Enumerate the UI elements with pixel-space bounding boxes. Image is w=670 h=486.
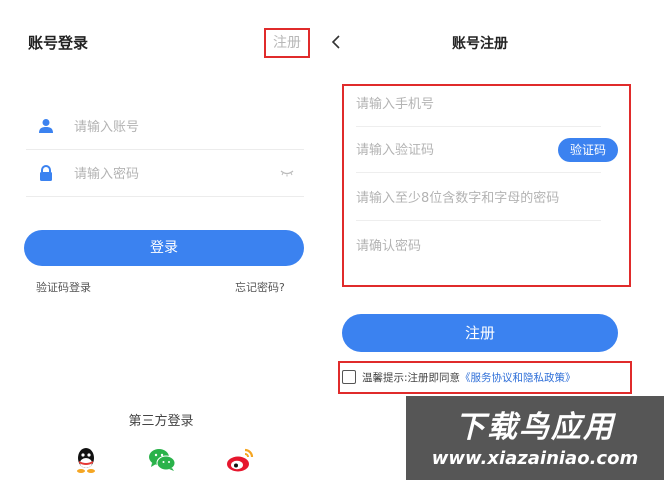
agreement-checkbox[interactable] <box>342 370 356 384</box>
confirm-password-input[interactable] <box>356 235 596 257</box>
agreement-prefix: 温馨提示:注册即同意 <box>362 372 461 384</box>
phone-field-row <box>356 81 601 127</box>
account-field-row <box>26 104 304 150</box>
code-login-link[interactable]: 验证码登录 <box>36 279 91 295</box>
password-field-row <box>26 151 304 197</box>
new-password-input[interactable] <box>356 187 596 209</box>
login-button[interactable]: 登录 <box>24 230 304 266</box>
watermark: 下载鸟应用 www.xiazainiao.com <box>406 396 664 480</box>
eye-closed-icon[interactable] <box>280 168 294 178</box>
password-input[interactable] <box>74 163 274 185</box>
account-input[interactable] <box>74 116 274 138</box>
lock-icon <box>40 165 52 181</box>
third-party-login-title: 第三方登录 <box>128 414 194 429</box>
wechat-icon[interactable] <box>148 446 176 474</box>
login-page-title: 账号登录 <box>28 34 89 52</box>
watermark-title: 下载鸟应用 <box>455 410 615 445</box>
get-code-button[interactable]: 验证码 <box>558 138 618 162</box>
user-icon <box>39 119 53 133</box>
register-page-title: 账号注册 <box>452 36 508 52</box>
verification-code-input[interactable] <box>356 139 546 161</box>
password-field-row <box>356 175 601 221</box>
watermark-url: www.xiazainiao.com <box>431 448 639 469</box>
forgot-password-link[interactable]: 忘记密码? <box>235 279 285 295</box>
agreement-link[interactable]: 《服务协议和隐私政策》 <box>460 372 576 384</box>
weibo-icon[interactable] <box>226 446 254 474</box>
phone-input[interactable] <box>356 93 596 115</box>
confirm-field-row <box>356 223 601 269</box>
register-link[interactable]: 注册 <box>264 28 310 58</box>
qq-icon[interactable] <box>72 446 100 474</box>
agreement-text: 温馨提示:注册即同意《服务协议和隐私政策》 <box>362 370 576 385</box>
register-button[interactable]: 注册 <box>342 314 618 352</box>
login-screen: 账号登录 注册 登录 验证码登录 忘记密码? 第三方登录 <box>0 0 322 486</box>
